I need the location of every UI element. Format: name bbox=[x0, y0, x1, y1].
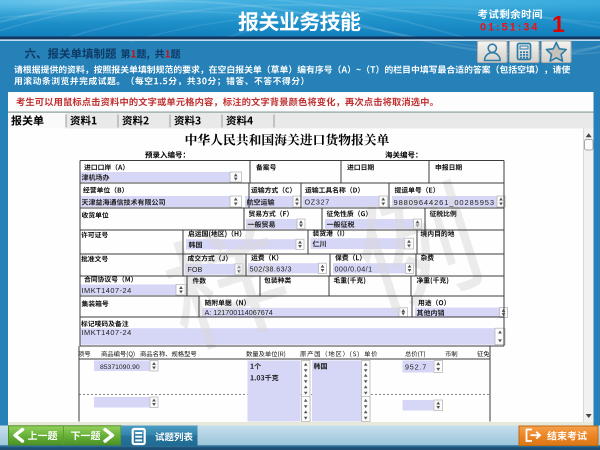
svg-text:FOB: FOB bbox=[188, 265, 203, 274]
svg-text:01:51:34: 01:51:34 bbox=[480, 22, 539, 34]
svg-text:000/0.04/1: 000/0.04/1 bbox=[335, 264, 373, 273]
svg-text:OZ327: OZ327 bbox=[305, 198, 330, 207]
svg-text:98809644261_00285953: 98809644261_00285953 bbox=[394, 198, 495, 207]
svg-text:A: 121700114067674: A: 121700114067674 bbox=[205, 308, 273, 317]
svg-text:IMKT1407-24: IMKT1407-24 bbox=[82, 286, 132, 295]
svg-text:IMKT1407-24: IMKT1407-24 bbox=[82, 328, 132, 337]
svg-text:952.7: 952.7 bbox=[405, 363, 427, 372]
svg-text:1: 1 bbox=[552, 11, 565, 37]
svg-text:502/38.63/3: 502/38.63/3 bbox=[250, 264, 292, 273]
svg-text:85371090.90: 85371090.90 bbox=[100, 364, 140, 371]
